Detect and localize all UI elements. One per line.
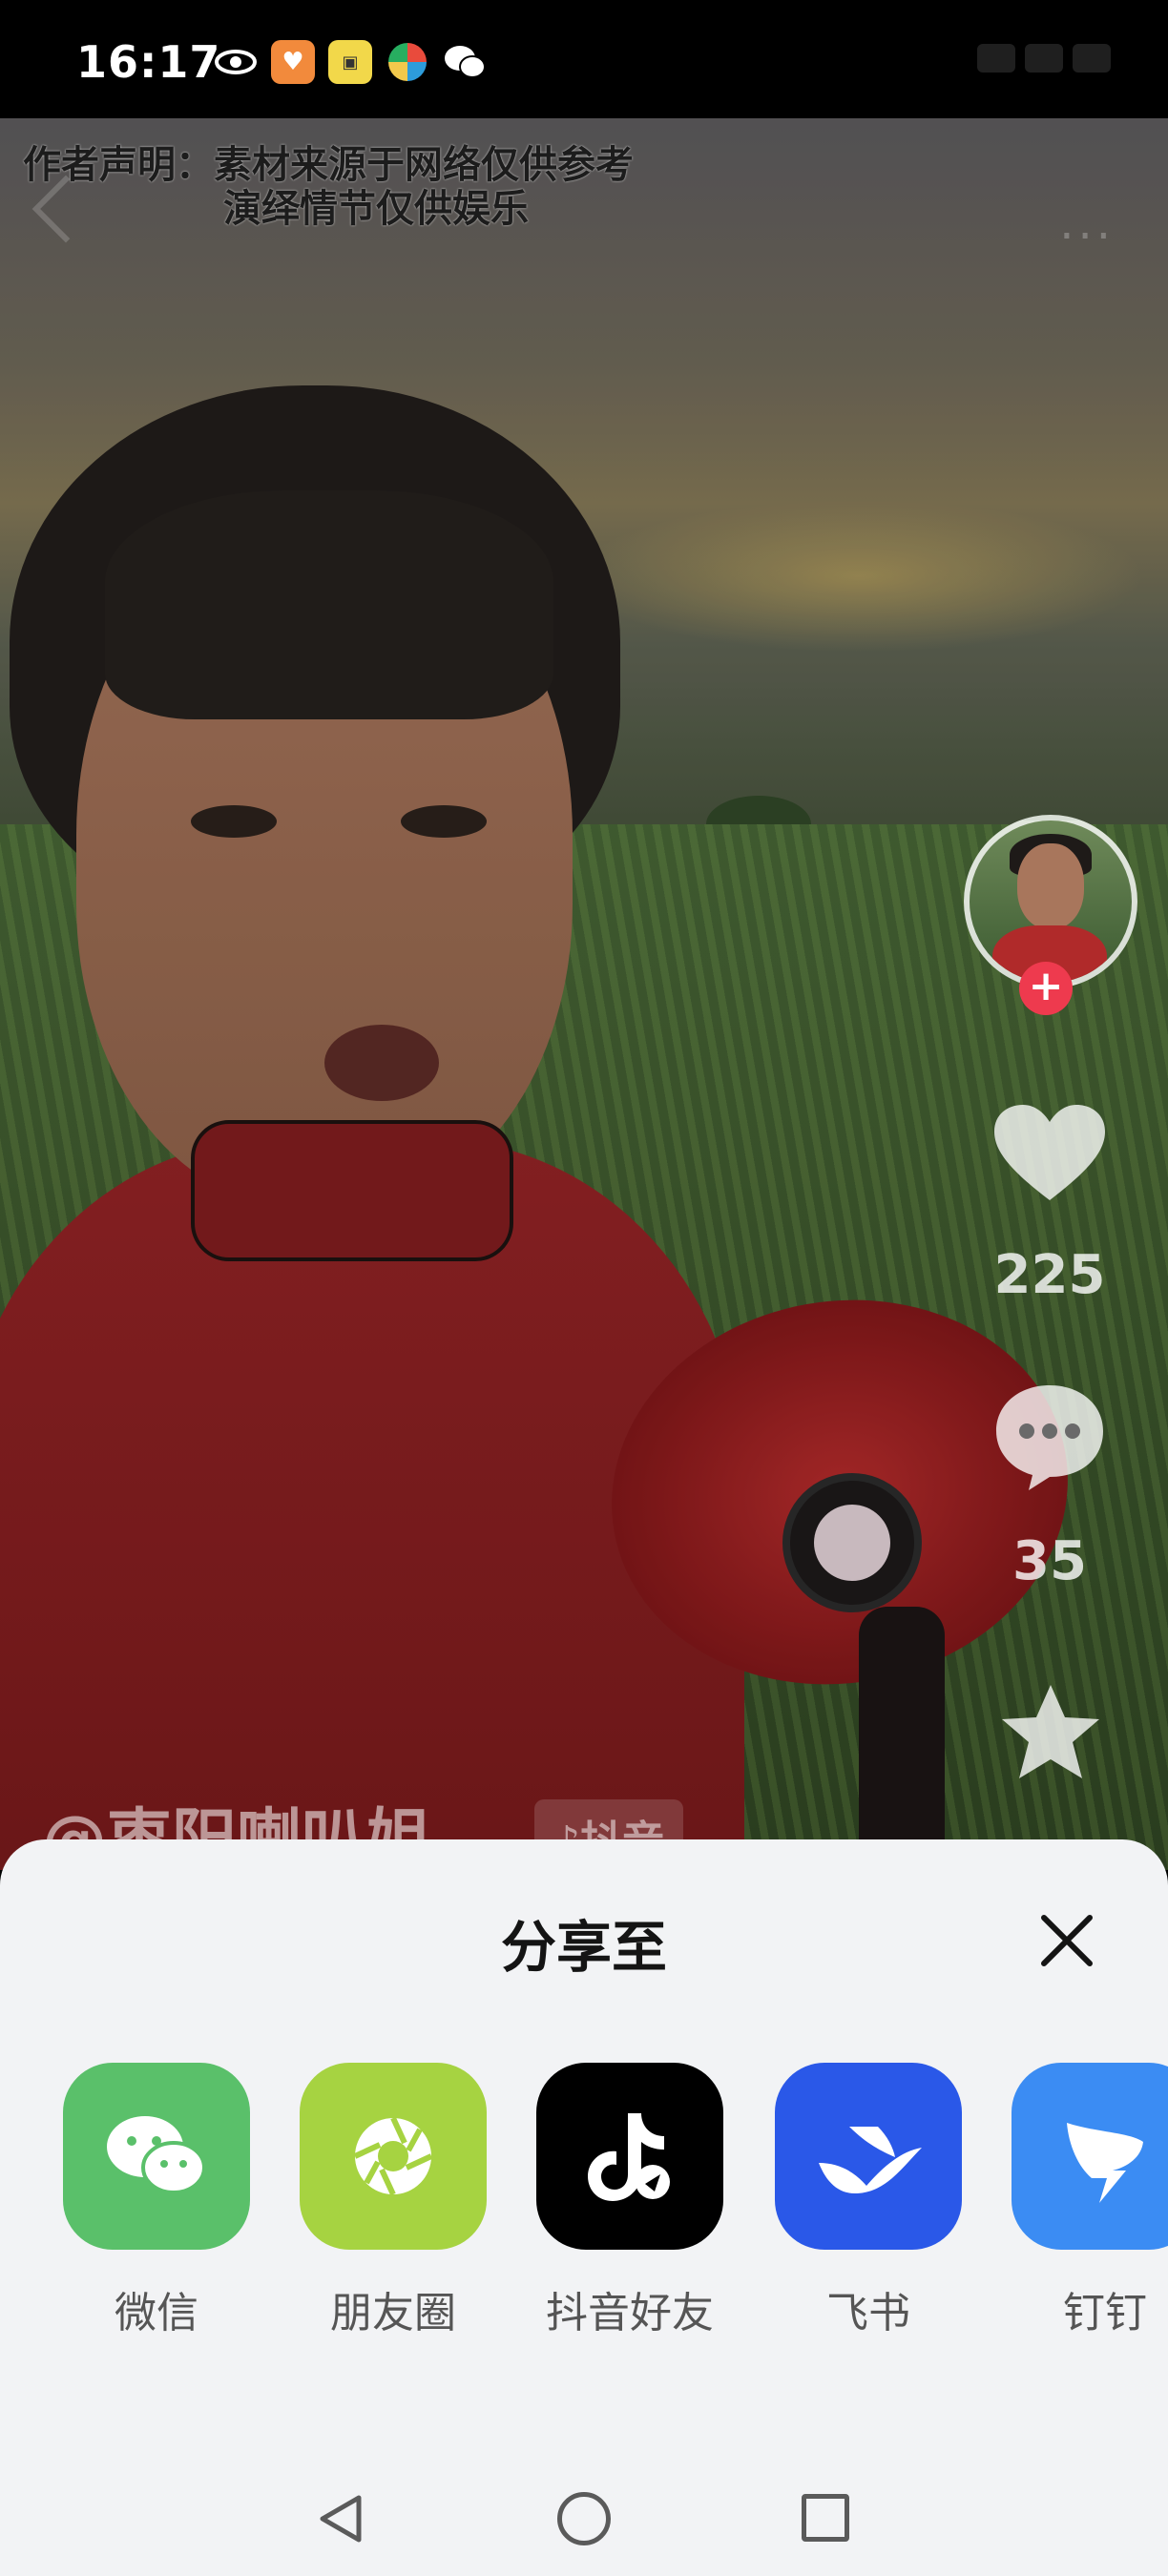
dingtalk-icon[interactable] xyxy=(1012,2063,1168,2250)
recent-square-icon[interactable] xyxy=(802,2494,849,2542)
home-circle-icon[interactable] xyxy=(557,2492,611,2545)
app-yellow-icon: ▣ xyxy=(328,40,372,84)
comment-icon[interactable] xyxy=(991,1378,1109,1492)
share-label: 朋友圈 xyxy=(330,2289,456,2337)
status-icons: ♥ ▣ xyxy=(214,40,487,84)
pinwheel-icon xyxy=(386,40,429,84)
share-dingtalk[interactable]: 钉钉 xyxy=(1012,2063,1168,2339)
wechat-icon xyxy=(443,40,487,84)
system-nav-bar xyxy=(0,2452,1168,2576)
share-label: 飞书 xyxy=(826,2289,910,2337)
caption-line-1: 作者声明：素材来源于网络仅供参考 xyxy=(23,143,634,187)
eye-icon xyxy=(214,40,258,84)
share-feishu[interactable]: 飞书 xyxy=(775,2063,962,2339)
status-time: 16:17 xyxy=(76,36,221,88)
share-label: 抖音好友 xyxy=(546,2289,714,2337)
like-count: 225 xyxy=(993,1244,1106,1306)
status-bar: 16:17 ♥ ▣ xyxy=(0,0,1168,118)
feishu-icon[interactable] xyxy=(775,2063,962,2250)
comment-count: 35 xyxy=(1012,1530,1087,1592)
douyin-icon[interactable] xyxy=(536,2063,723,2250)
share-targets: 微信 朋友圈 抖音好友 飞书 钉钉 xyxy=(63,2063,1168,2349)
status-right-indicators xyxy=(977,44,1111,73)
wechat-icon[interactable] xyxy=(63,2063,250,2250)
moments-icon[interactable] xyxy=(300,2063,487,2250)
author-disclaimer: 作者声明：素材来源于网络仅供参考 演绎情节仅供娱乐 xyxy=(23,143,634,231)
favorite-star-icon[interactable] xyxy=(996,1679,1105,1788)
share-sheet-title: 分享至 xyxy=(500,1915,667,1980)
video-player[interactable]: ··· 作者声明：素材来源于网络仅供参考 演绎情节仅供娱乐 + 225 35 @… xyxy=(0,118,1168,1870)
share-moments[interactable]: 朋友圈 xyxy=(300,2063,487,2339)
share-label: 微信 xyxy=(115,2289,198,2337)
heart-app-icon: ♥ xyxy=(271,40,315,84)
more-icon[interactable]: ··· xyxy=(1059,210,1115,263)
share-wechat[interactable]: 微信 xyxy=(63,2063,250,2339)
back-triangle-icon[interactable] xyxy=(315,2492,368,2545)
like-heart-icon[interactable] xyxy=(991,1101,1109,1206)
follow-plus-icon[interactable]: + xyxy=(1019,962,1073,1015)
share-label: 钉钉 xyxy=(1063,2289,1147,2337)
share-douyin-friend[interactable]: 抖音好友 xyxy=(536,2063,723,2339)
close-icon[interactable] xyxy=(1031,1904,1103,1977)
caption-line-2: 演绎情节仅供娱乐 xyxy=(223,187,529,231)
